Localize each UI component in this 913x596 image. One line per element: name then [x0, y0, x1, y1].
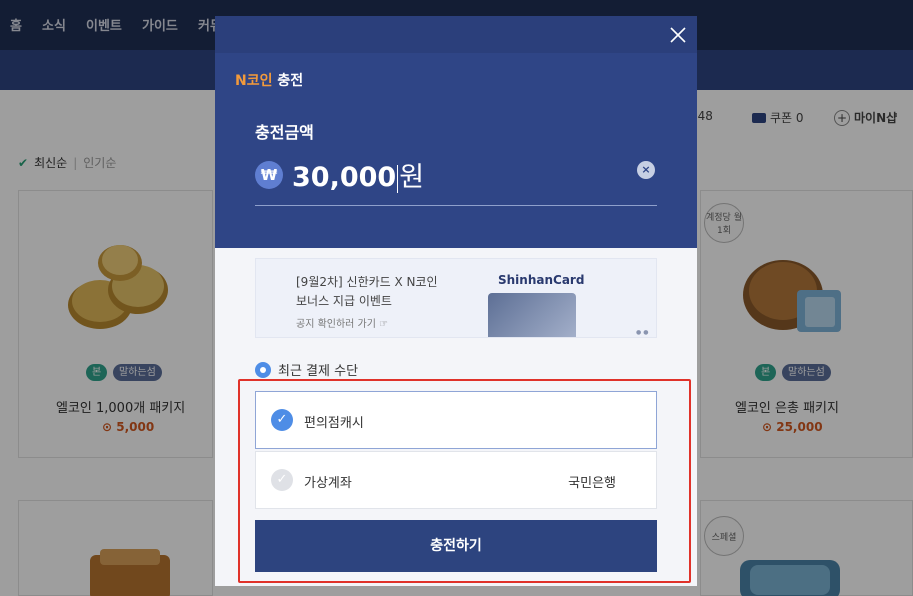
banner-link[interactable]: 공지 확인하러 가기 ☞ — [296, 315, 388, 330]
card-brand: ShinhanCard — [498, 273, 585, 287]
banner-line1: [9월2차] 신한카드 X N코인 — [296, 275, 438, 289]
amount-underline — [255, 205, 657, 206]
recent-payment-label: 최근 결제 수단 — [278, 364, 359, 379]
pagination-dots[interactable]: ●● — [636, 329, 650, 336]
close-icon[interactable] — [669, 26, 687, 44]
recent-payment[interactable]: 최근 결제 수단 — [255, 360, 358, 379]
event-banner[interactable]: [9월2차] 신한카드 X N코인 보너스 지급 이벤트 공지 확인하러 가기 … — [255, 258, 657, 338]
amount-panel: N코인 충전 — [215, 53, 697, 248]
banner-line2: 보너스 지급 이벤트 — [296, 294, 392, 308]
amount-label: 충전금액 — [255, 123, 314, 142]
amount-field[interactable]: 30,000 원 — [292, 155, 592, 193]
won-icon: ₩ — [255, 161, 283, 189]
clear-icon[interactable]: × — [637, 161, 655, 179]
highlight-box — [238, 379, 691, 583]
radio-icon[interactable] — [255, 361, 271, 378]
modal-header — [215, 16, 697, 53]
credit-card-image — [488, 293, 576, 337]
modal-title: N코인 충전 — [235, 73, 304, 89]
